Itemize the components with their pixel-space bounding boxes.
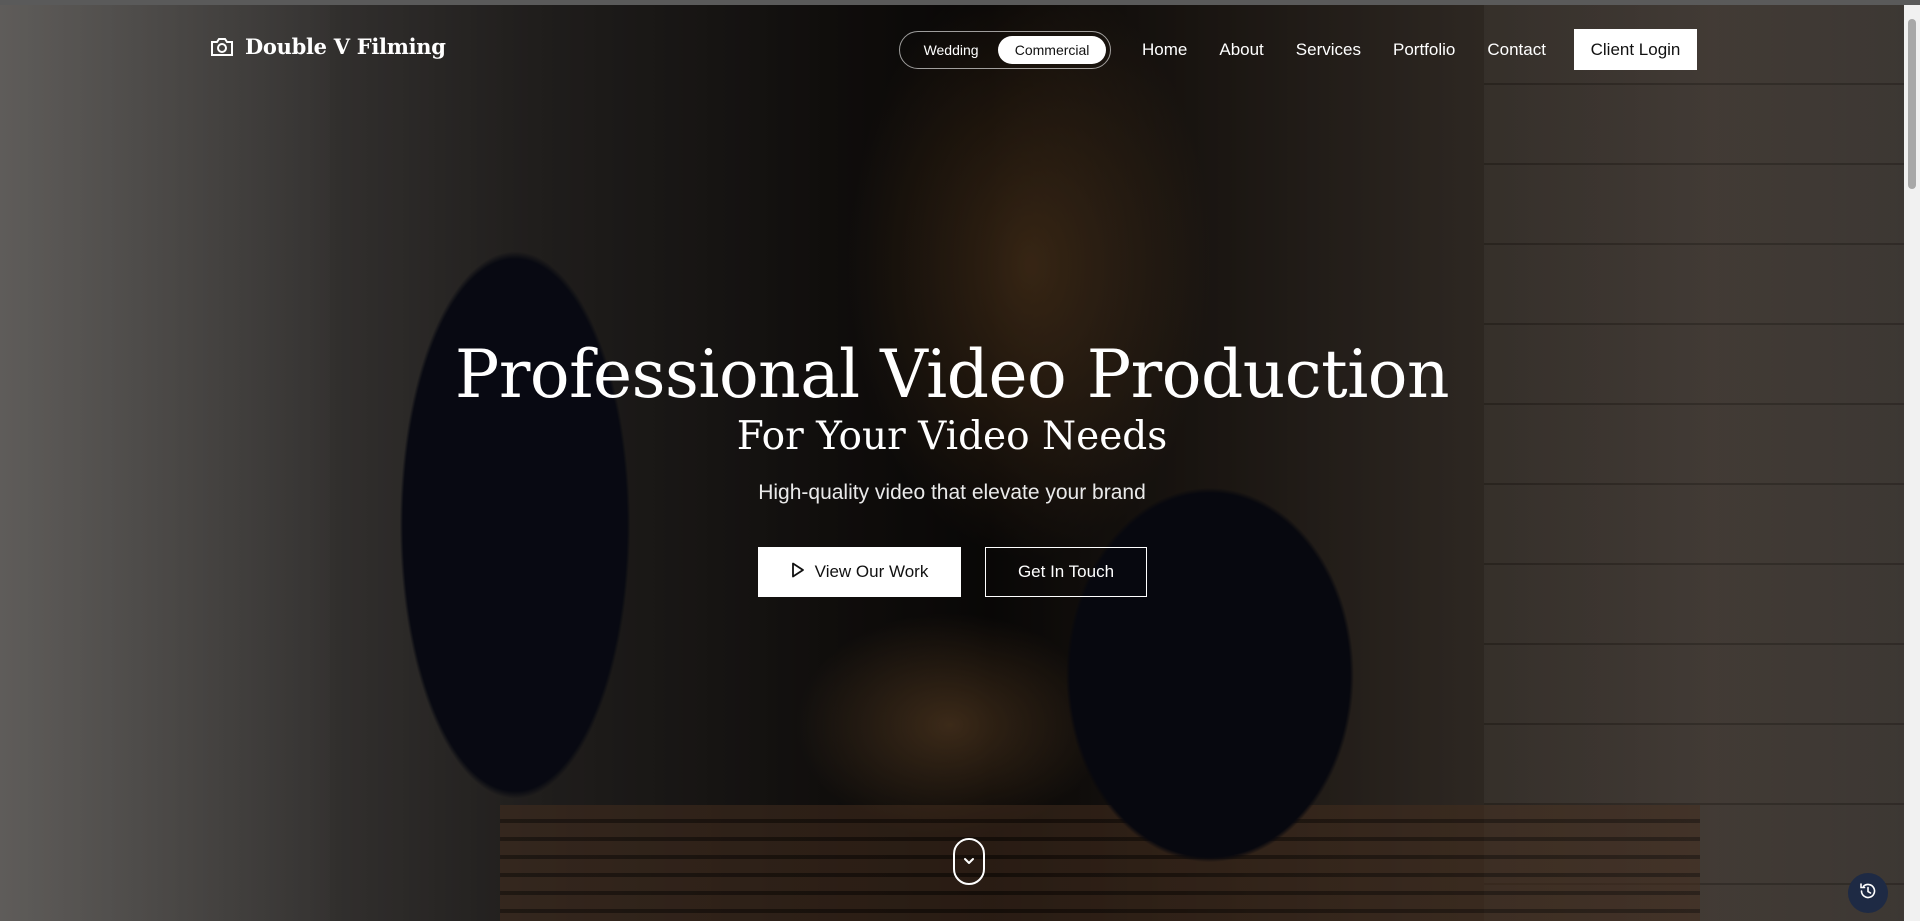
get-in-touch-button[interactable]: Get In Touch	[985, 547, 1147, 597]
hero-subtitle: For Your Video Needs	[736, 414, 1168, 459]
category-toggle: Wedding Commercial	[899, 31, 1111, 69]
history-icon	[1858, 881, 1878, 906]
play-icon	[791, 562, 805, 583]
hero-overlay	[0, 5, 1904, 921]
top-navigation: Double V Filming Wedding Commercial Home…	[0, 5, 1904, 95]
toggle-commercial[interactable]: Commercial	[998, 36, 1106, 64]
nav-links: Home About Services Portfolio Contact	[1142, 40, 1578, 60]
hero-title: Professional Video Production	[454, 336, 1450, 413]
brand-name: Double V Filming	[245, 34, 446, 59]
client-login-button[interactable]: Client Login	[1574, 29, 1697, 70]
scrollbar-thumb[interactable]	[1908, 19, 1916, 189]
hero-tagline: High-quality video that elevate your bra…	[758, 481, 1146, 504]
hero-section: Double V Filming Wedding Commercial Home…	[0, 5, 1904, 921]
view-our-work-button[interactable]: View Our Work	[758, 547, 961, 597]
chevron-down-icon	[962, 853, 976, 871]
nav-link-services[interactable]: Services	[1296, 40, 1361, 60]
nav-link-portfolio[interactable]: Portfolio	[1393, 40, 1455, 60]
page-scrollbar[interactable]	[1904, 5, 1920, 921]
scroll-down-button[interactable]	[953, 838, 985, 885]
view-our-work-label: View Our Work	[814, 562, 929, 581]
nav-link-home[interactable]: Home	[1142, 40, 1187, 60]
history-button[interactable]	[1848, 873, 1888, 913]
nav-link-about[interactable]: About	[1219, 40, 1263, 60]
brand-logo[interactable]: Double V Filming	[209, 34, 446, 59]
toggle-wedding[interactable]: Wedding	[904, 36, 998, 64]
camera-icon	[209, 36, 235, 58]
nav-link-contact[interactable]: Contact	[1487, 40, 1546, 60]
